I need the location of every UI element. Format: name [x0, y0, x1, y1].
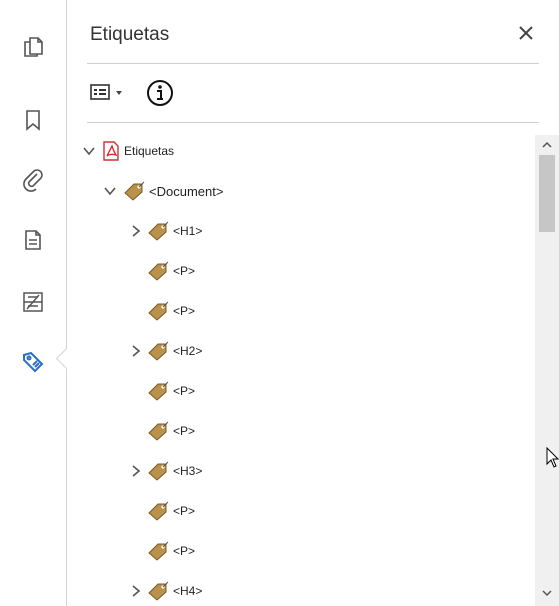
tree-node-p[interactable]: <P>: [147, 376, 195, 406]
tree-node-label: <P>: [173, 504, 196, 518]
tag-icon: [148, 461, 169, 481]
tags-icon[interactable]: [21, 350, 45, 374]
scroll-thumb[interactable]: [539, 155, 555, 232]
tag-tree: Etiquetas <Document> <H1> <P> <P> <H2> <…: [67, 128, 537, 606]
info-button[interactable]: [145, 78, 175, 108]
info-icon: [147, 80, 173, 106]
mouse-cursor-icon: [546, 447, 559, 468]
chevron-right-icon[interactable]: [129, 224, 143, 238]
tree-root[interactable]: Etiquetas: [82, 136, 174, 166]
tree-node-label: <P>: [173, 384, 196, 398]
chevron-right-icon[interactable]: [129, 584, 143, 598]
tag-icon: [148, 421, 169, 441]
tree-node-h3[interactable]: <H3>: [129, 456, 202, 486]
tree-node-p[interactable]: <P>: [147, 416, 195, 446]
tree-node-document[interactable]: <Document>: [103, 176, 223, 206]
bookmark-icon[interactable]: [21, 108, 45, 132]
toolbar-divider: [87, 122, 539, 123]
list-options-icon: [90, 84, 122, 100]
tree-node-label: <P>: [173, 264, 196, 278]
attachment-icon[interactable]: [21, 168, 45, 192]
tree-node-p[interactable]: <P>: [147, 256, 195, 286]
tree-node-label: <Document>: [149, 183, 224, 199]
header-divider: [87, 63, 539, 64]
chevron-down-icon[interactable]: [103, 184, 117, 198]
left-navigation-rail: [0, 0, 78, 606]
tree-root-label: Etiquetas: [124, 144, 175, 158]
tree-node-h4[interactable]: <H4>: [129, 576, 202, 606]
chevron-down-icon[interactable]: [82, 144, 96, 158]
tree-node-label: <H1>: [173, 224, 203, 238]
tag-icon: [148, 501, 169, 521]
pages-icon[interactable]: [21, 35, 45, 59]
tree-node-label: <H4>: [173, 584, 203, 598]
tree-node-h2[interactable]: <H2>: [129, 336, 202, 366]
tag-icon: [148, 381, 169, 401]
panel-title: Etiquetas: [90, 24, 170, 45]
content-icon[interactable]: [21, 290, 45, 314]
document-properties-icon[interactable]: [21, 228, 45, 252]
tag-icon: [148, 301, 169, 321]
tree-node-p[interactable]: <P>: [147, 496, 195, 526]
scroll-down-icon[interactable]: [541, 587, 553, 599]
pdf-icon: [103, 141, 119, 161]
close-icon: [519, 26, 533, 40]
tag-icon: [148, 541, 169, 561]
tag-icon: [148, 261, 169, 281]
tree-node-h1[interactable]: <H1>: [129, 216, 202, 246]
chevron-right-icon[interactable]: [129, 344, 143, 358]
tree-node-label: <P>: [173, 304, 196, 318]
tree-node-label: <P>: [173, 544, 196, 558]
tree-node-label: <P>: [173, 424, 196, 438]
tree-node-label: <H2>: [173, 344, 203, 358]
tag-icon: [148, 341, 169, 361]
tree-node-label: <H3>: [173, 464, 203, 478]
scroll-up-icon[interactable]: [541, 139, 553, 151]
tag-icon: [124, 181, 145, 201]
tag-icon: [148, 221, 169, 241]
chevron-right-icon[interactable]: [129, 464, 143, 478]
tree-node-p[interactable]: <P>: [147, 296, 195, 326]
vertical-scrollbar[interactable]: [535, 135, 559, 606]
options-menu-button[interactable]: [89, 80, 133, 106]
tags-panel: Etiquetas Etiquetas <Document> <H1> <P> …: [67, 0, 559, 606]
tree-node-p[interactable]: <P>: [147, 536, 195, 566]
tag-icon: [148, 581, 169, 601]
close-button[interactable]: [513, 20, 539, 46]
